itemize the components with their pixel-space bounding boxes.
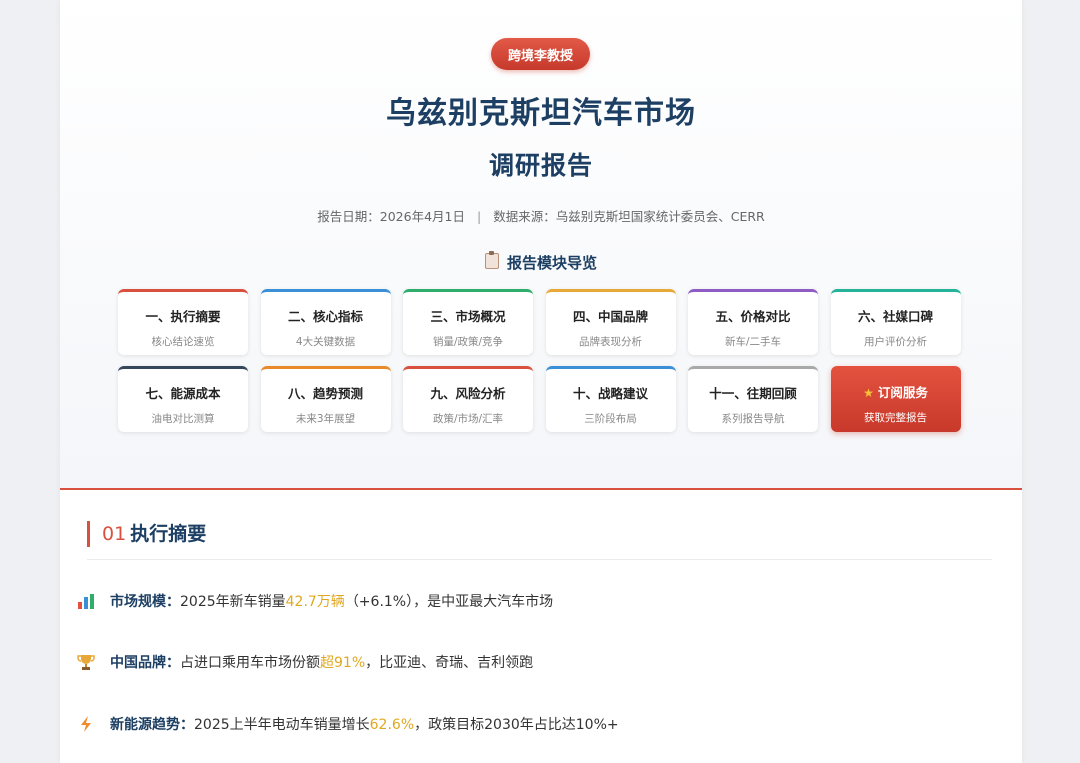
report-title: 乌兹别克斯坦汽车市场	[386, 96, 696, 131]
module-card-title: 一、执行摘要	[118, 306, 248, 325]
summary-text: ，比亚迪、奇瑞、吉利领跑	[365, 655, 534, 671]
summary-item: 市场规模：2025年新车销量42.7万辆（+6.1%），是中亚最大汽车市场	[76, 590, 553, 614]
module-card-title-text: 九、风险分析	[430, 386, 506, 401]
summary-text: 2025年新车销量	[180, 594, 286, 610]
module-card-subtitle: 新车/二手车	[724, 336, 782, 348]
subscribe-button[interactable]: ★ 订阅服务获取完整报告	[830, 366, 961, 432]
module-card-title: 三、市场概况	[403, 306, 533, 325]
section-divider	[87, 559, 992, 560]
trophy-icon	[76, 653, 96, 673]
module-nav-title-text: 报告模块导览	[506, 254, 597, 272]
module-card-title-text: 八、趋势预测	[287, 386, 363, 401]
module-card-title: ★ 订阅服务	[831, 382, 961, 401]
module-card-title-text: 六、社媒口碑	[857, 309, 933, 324]
module-card-title-text: 三、市场概况	[430, 309, 506, 324]
module-card-subtitle: 核心结论速览	[151, 336, 215, 348]
module-card[interactable]: 九、风险分析 政策/市场/汇率	[403, 366, 533, 432]
lightning-icon	[76, 715, 96, 735]
module-card-subtitle: 用户评价分析	[864, 336, 927, 348]
summary-text: ，政策目标2030年占比达10%+	[414, 717, 619, 733]
module-card-title: 七、能源成本	[118, 383, 248, 402]
module-card-subtitle: 品牌表现分析	[579, 336, 642, 348]
module-card-title-text: 七、能源成本	[145, 386, 221, 401]
module-card-subtitle: 政策/市场/汇率	[432, 413, 504, 425]
module-card-title: 二、核心指标	[261, 306, 391, 325]
module-card-title: 八、趋势预测	[261, 383, 391, 402]
module-card-subtitle: 销量/政策/竞争	[432, 336, 504, 348]
module-card-title: 四、中国品牌	[546, 306, 676, 325]
module-card-subtitle: 系列报告导航	[721, 413, 785, 425]
report-meta: 报告日期：2026年4月1日 | 数据来源：乌兹别克斯坦国家统计委员会、CERR	[60, 206, 1022, 225]
module-card[interactable]: 八、趋势预测 未来3年展望	[260, 366, 391, 432]
module-card-subtitle: 未来3年展望	[295, 413, 356, 425]
module-card[interactable]: 十、战略建议 三阶段布局	[545, 366, 676, 432]
module-card-subtitle: 三阶段布局	[584, 413, 637, 425]
module-card-title: 十一、往期回顾	[688, 383, 818, 402]
summary-label: 中国品牌：	[110, 655, 180, 671]
module-card-title-text: 四、中国品牌	[572, 309, 648, 324]
module-card-title: 五、价格对比	[688, 306, 818, 325]
summary-highlight: 超91%	[320, 655, 366, 671]
module-card[interactable]: 二、核心指标 4大关键数据	[260, 289, 391, 355]
module-card-title: 九、风险分析	[403, 383, 533, 402]
module-card[interactable]: 一、执行摘要 核心结论速览	[118, 289, 248, 355]
module-nav-title: 报告模块导览	[60, 251, 1022, 273]
module-card-title: 十、战略建议	[546, 383, 676, 402]
summary-highlight: 62.6%	[369, 717, 415, 733]
report-header: 跨境李教授 乌兹别克斯坦汽车市场 调研报告 报告日期：2026年4月1日 | 数据来…	[60, 0, 1022, 490]
module-card-title-text: 十、战略建议	[572, 386, 648, 401]
bar-chart-icon	[76, 592, 96, 612]
summary-highlight: 42.7万辆	[285, 594, 345, 610]
module-card-title-text: 一、执行摘要	[145, 309, 221, 324]
summary-text: （+6.1%），是中亚最大汽车市场	[344, 594, 554, 610]
module-card[interactable]: 十一、往期回顾 系列报告导航	[688, 366, 818, 432]
module-card[interactable]: 三、市场概况 销量/政策/竞争	[403, 289, 533, 355]
summary-label: 市场规模：	[110, 594, 180, 610]
section-title: 执行摘要	[130, 523, 207, 545]
module-card-title-text: 五、价格对比	[715, 309, 791, 324]
report-page: 跨境李教授 乌兹别克斯坦汽车市场 调研报告 报告日期：2026年4月1日 | 数据来…	[60, 0, 1022, 763]
meta-separator: |	[477, 209, 482, 224]
module-card-title: 六、社媒口碑	[831, 306, 961, 325]
module-card-subtitle: 4大关键数据	[295, 336, 356, 348]
section-number: 01	[102, 523, 127, 545]
report-subtitle: 调研报告	[488, 151, 593, 180]
module-card-subtitle: 油电对比测算	[151, 413, 215, 425]
module-card-subtitle: 获取完整报告	[864, 412, 927, 424]
module-card[interactable]: 五、价格对比 新车/二手车	[688, 289, 818, 355]
author-badge[interactable]: 跨境李教授	[491, 38, 590, 70]
summary-item: 新能源趋势：2025上半年电动车销量增长62.6%，政策目标2030年占比达10…	[76, 713, 619, 737]
module-card[interactable]: 七、能源成本 油电对比测算	[118, 366, 248, 432]
clipboard-icon	[484, 251, 499, 269]
section-heading: 01 执行摘要	[87, 521, 206, 547]
module-card-title-text: 十一、往期回顾	[709, 386, 797, 401]
summary-text: 占进口乘用车市场份额	[180, 655, 320, 671]
module-card-title-text: 二、核心指标	[287, 309, 363, 324]
star-icon: ★	[863, 386, 874, 400]
data-source: 数据来源：乌兹别克斯坦国家统计委员会、CERR	[493, 209, 765, 224]
module-card-title-text: 订阅服务	[877, 385, 928, 400]
report-date: 报告日期：2026年4月1日	[317, 209, 465, 224]
summary-item: 中国品牌：占进口乘用车市场份额超91%，比亚迪、奇瑞、吉利领跑	[76, 651, 533, 675]
summary-text: 2025上半年电动车销量增长	[194, 717, 370, 733]
summary-label: 新能源趋势：	[110, 717, 194, 733]
module-card[interactable]: 六、社媒口碑 用户评价分析	[830, 289, 961, 355]
module-card[interactable]: 四、中国品牌 品牌表现分析	[545, 289, 676, 355]
